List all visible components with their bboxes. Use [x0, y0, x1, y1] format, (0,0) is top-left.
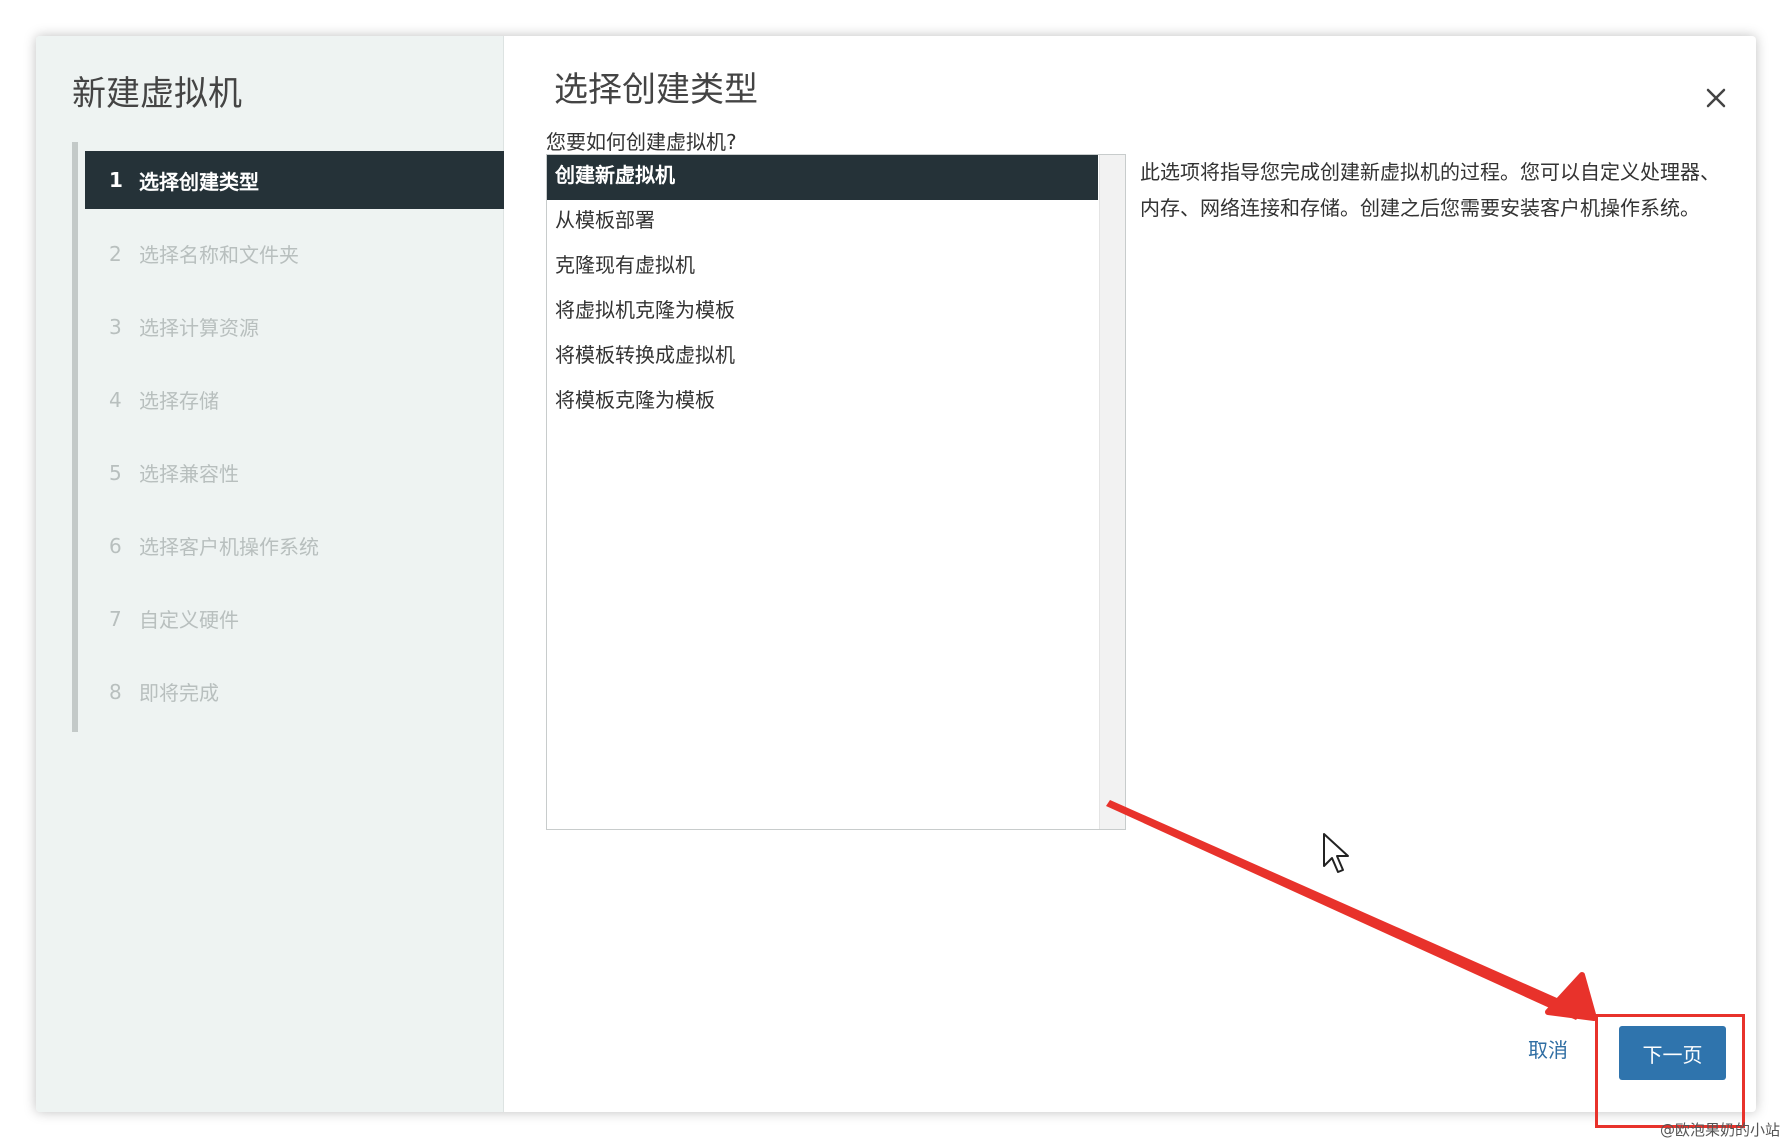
step-number: 3	[109, 314, 122, 339]
cancel-button[interactable]: 取消	[1516, 1026, 1580, 1071]
step-label: 选择计算资源	[139, 316, 259, 340]
step-number: 8	[109, 679, 122, 704]
option-deploy-from-template[interactable]: 从模板部署	[547, 200, 1098, 245]
close-icon[interactable]	[1696, 78, 1736, 118]
option-clone-existing-vm[interactable]: 克隆现有虚拟机	[547, 245, 1098, 290]
wizard-steps: 1 选择创建类型 2 选择名称和文件夹 3 选择计算资源 4 选择存储 5 选择…	[85, 151, 504, 728]
list-scrollbar[interactable]	[1099, 155, 1125, 829]
option-clone-vm-to-template[interactable]: 将虚拟机克隆为模板	[547, 290, 1098, 335]
step-select-storage: 4 选择存储	[85, 363, 504, 436]
step-label: 自定义硬件	[139, 608, 239, 632]
step-label: 选择兼容性	[139, 462, 239, 486]
new-vm-wizard-dialog: 新建虚拟机 1 选择创建类型 2 选择名称和文件夹 3 选择计算资源 4 选择存…	[36, 36, 1756, 1112]
steps-rail	[72, 142, 78, 732]
option-description: 此选项将指导您完成创建新虚拟机的过程。您可以自定义处理器、内存、网络连接和存储。…	[1140, 160, 1720, 220]
step-label: 选择创建类型	[139, 169, 259, 194]
creation-type-list: 创建新虚拟机 从模板部署 克隆现有虚拟机 将虚拟机克隆为模板 将模板转换成虚拟机…	[546, 154, 1126, 830]
step-select-name-folder: 2 选择名称和文件夹	[85, 217, 504, 290]
step-select-creation-type[interactable]: 1 选择创建类型	[85, 151, 504, 209]
step-select-compute-resource: 3 选择计算资源	[85, 290, 504, 363]
page-title: 选择创建类型	[554, 70, 758, 110]
step-label: 选择名称和文件夹	[139, 243, 299, 267]
step-label: 选择存储	[139, 389, 219, 413]
watermark: @欧泡果奶的小站	[1659, 1121, 1780, 1139]
step-select-compatibility: 5 选择兼容性	[85, 436, 504, 509]
step-number: 2	[109, 241, 122, 266]
step-label: 选择客户机操作系统	[139, 535, 319, 559]
step-customize-hardware: 7 自定义硬件	[85, 582, 504, 655]
next-button[interactable]: 下一页	[1619, 1026, 1726, 1080]
step-number: 1	[109, 168, 123, 192]
option-convert-template-to-vm[interactable]: 将模板转换成虚拟机	[547, 335, 1098, 380]
step-number: 6	[109, 533, 122, 558]
wizard-sidebar: 新建虚拟机 1 选择创建类型 2 选择名称和文件夹 3 选择计算资源 4 选择存…	[36, 36, 504, 1112]
step-number: 4	[109, 387, 122, 412]
step-select-guest-os: 6 选择客户机操作系统	[85, 509, 504, 582]
wizard-title: 新建虚拟机	[72, 74, 242, 114]
step-ready-to-complete: 8 即将完成	[85, 655, 504, 728]
step-label: 即将完成	[139, 681, 219, 705]
step-number: 5	[109, 460, 122, 485]
option-clone-template-to-template[interactable]: 将模板克隆为模板	[547, 380, 1098, 425]
option-create-new-vm[interactable]: 创建新虚拟机	[547, 155, 1098, 200]
step-number: 7	[109, 606, 122, 631]
creation-question: 您要如何创建虚拟机?	[546, 130, 737, 154]
